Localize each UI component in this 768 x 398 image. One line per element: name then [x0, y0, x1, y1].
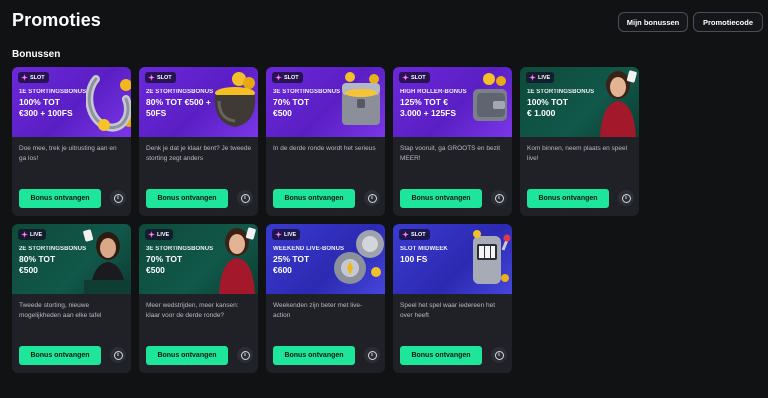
- bonus-subtitle: HIGH ROLLER-BONUS: [400, 89, 467, 95]
- bonus-description: Tweede storting, nieuwe mogelijkheden aa…: [19, 302, 102, 319]
- info-button[interactable]: i: [110, 347, 126, 363]
- info-icon: i: [367, 193, 377, 203]
- info-icon: i: [494, 350, 504, 360]
- claim-bonus-button[interactable]: Bonus ontvangen: [146, 346, 228, 365]
- info-button[interactable]: i: [364, 347, 380, 363]
- badge-label: LIVE: [284, 231, 297, 238]
- category-badge: LIVE: [526, 72, 555, 83]
- info-icon: i: [367, 350, 377, 360]
- dealer-cards-icon: [83, 229, 130, 294]
- info-button[interactable]: i: [110, 190, 126, 206]
- info-button[interactable]: i: [491, 190, 507, 206]
- bonus-amount-line2: 3.000 + 125FS: [400, 108, 457, 118]
- badge-label: SLOT: [411, 74, 426, 81]
- chips-icon: [334, 230, 384, 284]
- info-button[interactable]: i: [618, 190, 634, 206]
- promo-code-button[interactable]: Promotiecode: [693, 12, 763, 32]
- gem-icon: [529, 74, 536, 81]
- claim-bonus-button[interactable]: Bonus ontvangen: [19, 189, 101, 208]
- bonus-card-8: LIVE WEEKEND LIVE-BONUS 25% TOT €600 Wee…: [266, 224, 385, 373]
- horseshoe-icon: [86, 75, 131, 132]
- category-badge: SLOT: [18, 72, 49, 83]
- gem-icon: [21, 74, 28, 81]
- info-icon: i: [113, 350, 123, 360]
- gem-icon: [148, 231, 155, 238]
- bonus-description: Weekenden zijn beter met live-action: [273, 302, 363, 319]
- dealer-icon: [600, 70, 637, 137]
- bonus-banner[interactable]: SLOT HIGH ROLLER-BONUS 125% TOT € 3.000 …: [393, 67, 512, 137]
- my-bonuses-button[interactable]: Mijn bonussen: [618, 12, 688, 32]
- bonus-amount-line1: 100 FS: [400, 254, 428, 264]
- claim-bonus-button[interactable]: Bonus ontvangen: [400, 189, 482, 208]
- bonus-amount-line1: 125% TOT €: [400, 97, 449, 107]
- bonus-card-2: SLOT 2E STORTINGSBONUS 80% TOT €500 + 50…: [139, 67, 258, 216]
- info-button[interactable]: i: [491, 347, 507, 363]
- bonus-banner[interactable]: LIVE 2E STORTINGSBONUS 80% TOT €500: [12, 224, 131, 294]
- bonus-subtitle: SLOT MIDWEEK: [400, 246, 448, 252]
- category-badge: SLOT: [399, 229, 430, 240]
- bonus-description: Kom binnen, neem plaats en speel live!: [527, 145, 628, 162]
- bonus-banner[interactable]: LIVE 3E STORTINGSBONUS 70% TOT €500: [139, 224, 258, 294]
- bonus-card-9: SLOT SLOT MIDWEEK 100 FS Speel het spel …: [393, 224, 512, 373]
- gem-icon: [148, 74, 155, 81]
- bonus-card-7: LIVE 3E STORTINGSBONUS 70% TOT €500 Meer…: [139, 224, 258, 373]
- bonus-description: In de derde ronde wordt het serieus: [273, 145, 376, 152]
- info-icon: i: [494, 193, 504, 203]
- bonus-banner[interactable]: SLOT 2E STORTINGSBONUS 80% TOT €500 + 50…: [139, 67, 258, 137]
- category-badge: SLOT: [145, 72, 176, 83]
- claim-bonus-button[interactable]: Bonus ontvangen: [400, 346, 482, 365]
- info-button[interactable]: i: [237, 190, 253, 206]
- bonus-description: Meer wedstrijden, meer kansen: klaar voo…: [146, 302, 239, 319]
- bonus-banner[interactable]: LIVE WEEKEND LIVE-BONUS 25% TOT €600: [266, 224, 385, 294]
- bonus-description: Doe mee, trek je uitrusting aan en ga lo…: [19, 145, 117, 162]
- claim-bonus-button[interactable]: Bonus ontvangen: [19, 346, 101, 365]
- gem-icon: [21, 231, 28, 238]
- bonus-card-1: SLOT 1E STORTINGSBONUS 100% TOT €300 + 1…: [12, 67, 131, 216]
- bonus-banner[interactable]: SLOT 3E STORTINGSBONUS 70% TOT €500: [266, 67, 385, 137]
- bonus-card-6: LIVE 2E STORTINGSBONUS 80% TOT €500 Twee…: [12, 224, 131, 373]
- pot-of-gold-icon: [214, 72, 256, 127]
- gem-icon: [275, 74, 282, 81]
- bonus-card-3: SLOT 3E STORTINGSBONUS 70% TOT €500 In d…: [266, 67, 385, 216]
- category-badge: LIVE: [18, 229, 47, 240]
- badge-label: LIVE: [157, 231, 170, 238]
- category-badge: LIVE: [272, 229, 301, 240]
- bonus-description: Speel het spel waar iedereen het over he…: [400, 302, 496, 319]
- info-icon: i: [240, 350, 250, 360]
- category-badge: SLOT: [272, 72, 303, 83]
- bonus-banner[interactable]: SLOT SLOT MIDWEEK 100 FS: [393, 224, 512, 294]
- slot-machine-icon: [473, 230, 511, 284]
- bonus-card-4: SLOT HIGH ROLLER-BONUS 125% TOT € 3.000 …: [393, 67, 512, 216]
- category-badge: LIVE: [145, 229, 174, 240]
- badge-label: LIVE: [30, 231, 43, 238]
- badge-label: SLOT: [30, 74, 45, 81]
- badge-label: SLOT: [411, 231, 426, 238]
- gem-icon: [402, 231, 409, 238]
- badge-label: LIVE: [538, 74, 551, 81]
- dealer-icon: [219, 227, 256, 294]
- info-icon: i: [240, 193, 250, 203]
- gem-icon: [275, 231, 282, 238]
- claim-bonus-button[interactable]: Bonus ontvangen: [273, 346, 355, 365]
- badge-label: SLOT: [284, 74, 299, 81]
- claim-bonus-button[interactable]: Bonus ontvangen: [146, 189, 228, 208]
- info-button[interactable]: i: [364, 190, 380, 206]
- info-button[interactable]: i: [237, 347, 253, 363]
- bonus-description: Stap vooruit, ga GROOTS en bezit MEER!: [400, 145, 501, 162]
- section-title: Bonussen: [12, 49, 61, 60]
- bonus-banner[interactable]: SLOT 1E STORTINGSBONUS 100% TOT €300 + 1…: [12, 67, 131, 137]
- wallet-icon: [473, 73, 507, 121]
- page-title: Promoties: [12, 10, 101, 30]
- badge-label: SLOT: [157, 74, 172, 81]
- info-icon: i: [621, 193, 631, 203]
- category-badge: SLOT: [399, 72, 430, 83]
- bonus-description: Denk je dat je klaar bent? Je tweede sto…: [146, 145, 252, 162]
- gem-icon: [402, 74, 409, 81]
- info-icon: i: [113, 193, 123, 203]
- bonus-card-5: LIVE 1E STORTINGSBONUS 100% TOT € 1.000 …: [520, 67, 639, 216]
- treasure-chest-icon: [342, 72, 380, 125]
- bonus-banner[interactable]: LIVE 1E STORTINGSBONUS 100% TOT € 1.000: [520, 67, 639, 137]
- claim-bonus-button[interactable]: Bonus ontvangen: [527, 189, 609, 208]
- claim-bonus-button[interactable]: Bonus ontvangen: [273, 189, 355, 208]
